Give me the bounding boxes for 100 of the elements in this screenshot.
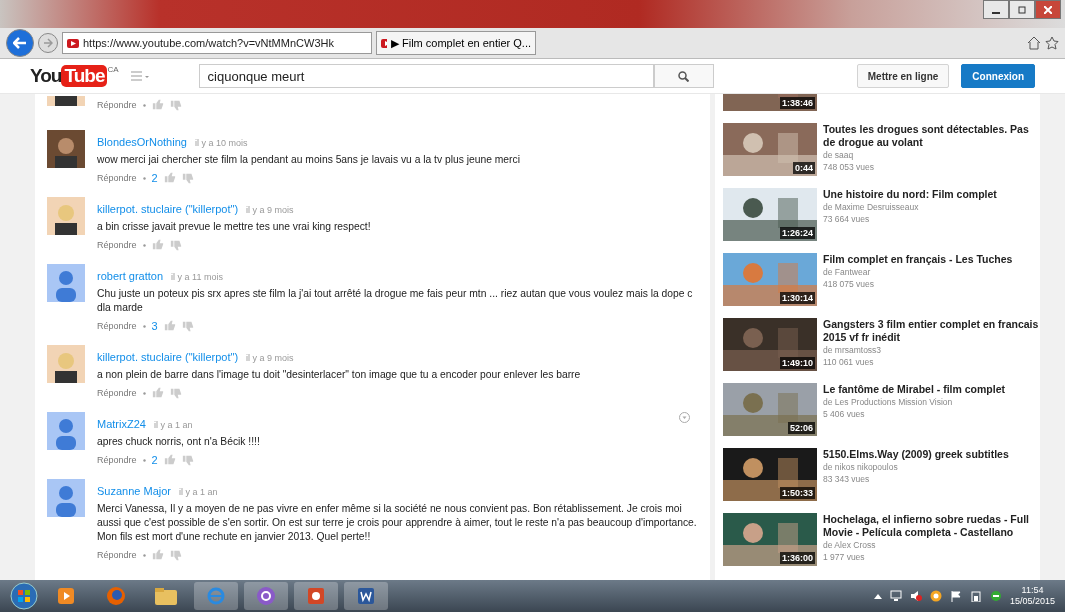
torrent-client-icon[interactable]: [256, 586, 276, 606]
forward-button[interactable]: [38, 33, 58, 53]
separator-dot-icon: [142, 391, 146, 395]
dropdown-icon[interactable]: [679, 412, 690, 423]
thumbs-up-icon[interactable]: [151, 239, 164, 251]
video-channel: de saaq: [823, 149, 855, 161]
video-duration: 0:44: [793, 162, 815, 174]
folder-icon[interactable]: [155, 587, 177, 605]
separator-dot-icon: [142, 553, 146, 557]
network-icon[interactable]: [889, 590, 902, 602]
video-title[interactable]: Hochelaga, el infierno sobre ruedas - Full Movie - Película completa - Castellano: [823, 513, 1040, 539]
upload-button[interactable]: Mettre en ligne: [856, 64, 950, 88]
search-field[interactable]: ciquonque meurt: [198, 64, 654, 88]
comment-author[interactable]: killerpot. stuclaire ("killerpot"): [97, 203, 239, 215]
comment-author[interactable]: robert gratton: [97, 270, 164, 282]
star-icon[interactable]: [1045, 36, 1059, 50]
minimize-button[interactable]: [983, 0, 1009, 19]
close-button[interactable]: [1035, 0, 1061, 19]
battery-icon[interactable]: [969, 590, 982, 602]
thumbs-down-icon[interactable]: [169, 99, 182, 111]
like-count: 2: [151, 454, 158, 466]
home-icon[interactable]: [1027, 36, 1041, 50]
video-views: 73 664 vues: [823, 213, 871, 225]
restore-icon[interactable]: [1018, 5, 1026, 14]
reply-link[interactable]: Répondre: [97, 455, 137, 465]
video-title[interactable]: 5150.Elms.Way (2009) greek subtitles: [823, 448, 1009, 461]
sync-icon[interactable]: [989, 590, 1002, 602]
video-title[interactable]: Une histoire du nord: Film complet: [823, 188, 997, 201]
thumbs-up-icon[interactable]: [163, 172, 176, 184]
video-channel: de Les Productions Mission Vision: [823, 396, 954, 408]
thumbs-up-icon[interactable]: [163, 320, 176, 332]
video-title[interactable]: Film complet en français - Les Tuches: [823, 253, 1013, 266]
taskbar-clock[interactable]: 11:54 15/05/2015: [1009, 585, 1055, 607]
reply-link[interactable]: Répondre: [97, 100, 137, 110]
thumbs-up-icon[interactable]: [163, 454, 176, 466]
video-title[interactable]: Toutes les drogues sont détectables. Pas de drogue au volant: [823, 123, 1040, 149]
video-channel: de Maxime Desruisseaux: [823, 201, 920, 213]
comment-author[interactable]: Suzanne Major: [97, 485, 171, 497]
comment-text: apres chuck norris, ont n'a Bécik !!!!: [97, 435, 261, 449]
video-views: 5 406 vues: [823, 408, 866, 420]
reply-link[interactable]: Répondre: [97, 321, 137, 331]
login-button[interactable]: Connexion: [961, 64, 1035, 88]
comment-author[interactable]: BlondesOrNothing: [97, 136, 187, 148]
thumbs-down-icon[interactable]: [169, 239, 182, 251]
thumbs-down-icon[interactable]: [181, 454, 194, 466]
play-logo-icon: [381, 38, 387, 48]
thumbs-down-icon[interactable]: [169, 549, 182, 561]
thumbs-down-icon[interactable]: [181, 320, 194, 332]
firefox-icon[interactable]: [106, 586, 126, 606]
comment-author[interactable]: MatrixZ24: [97, 418, 146, 430]
search-button[interactable]: [653, 64, 714, 88]
thumbs-up-icon[interactable]: [151, 99, 164, 111]
media-player-icon[interactable]: [56, 586, 76, 606]
comment-author[interactable]: killerpot. stuclaire ("killerpot"): [97, 351, 239, 363]
video-channel: de Fantwear: [823, 266, 872, 278]
video-duration: 1:38:46: [779, 97, 815, 109]
video-title[interactable]: Gangsters 3 film entier complet en francais 2015 vf fr inédit: [823, 318, 1040, 344]
like-count: 2: [151, 172, 158, 184]
close-icon[interactable]: [1044, 5, 1052, 14]
video-views: 748 053 vues: [823, 161, 876, 173]
tray-expand-icon[interactable]: [873, 593, 882, 599]
search-icon[interactable]: [678, 70, 690, 82]
video-views: 1 977 vues: [823, 551, 866, 563]
address-field[interactable]: https://www.youtube.com/watch?v=vNtMMnCW3Hk: [62, 32, 372, 54]
thumbs-up-icon[interactable]: [151, 387, 164, 399]
comment-text: wow merci jai chercher ste film la pendant au moins 5ans je lavais vu a la tv plus jeune merci: [97, 153, 521, 167]
reply-link[interactable]: Répondre: [97, 173, 137, 183]
play-logo-icon: [67, 38, 79, 48]
video-duration: 1:26:24: [779, 227, 815, 239]
region-label: CA: [107, 65, 119, 74]
powerpoint-icon[interactable]: [306, 586, 326, 606]
thumbs-up-icon[interactable]: [151, 549, 164, 561]
video-views: 83 343 vues: [823, 473, 871, 485]
video-channel: de nikos nikopoulos: [823, 461, 899, 473]
reply-link[interactable]: Répondre: [97, 388, 137, 398]
thumbs-down-icon[interactable]: [181, 172, 194, 184]
separator-dot-icon: [142, 458, 146, 462]
word-icon[interactable]: [356, 586, 376, 606]
back-arrow-icon[interactable]: [13, 37, 27, 49]
thumbs-down-icon[interactable]: [169, 387, 182, 399]
comment-text: Chu juste un poteux pis srx apres ste film la j'ai tout arrêté la drogue me fais peur mtn ... riez autan que vous voulez mais la dope c dla marde: [97, 287, 694, 315]
separator-dot-icon: [142, 176, 146, 180]
reply-link[interactable]: Répondre: [97, 240, 137, 250]
comment-text: a bin crisse javait prevue le mettre tes une vrai king respect!: [97, 220, 372, 234]
flag-icon[interactable]: [949, 590, 962, 602]
video-title[interactable]: Le fantôme de Mirabel - film complet: [823, 383, 1006, 396]
comment-text: Merci Vanessa, Il y a moyen de ne pas vivre en enfer même si la société ne nous convient pas. Bon rétablissement. Je crois moi aussi que c'est possible de s'en sortir. On est sur terre je crois pour apprendre à aimer, tout le reste n'a pas beaucoup d'importance. Mon fils est mort d'une rechute en janvier 2013. Quel perte!!: [97, 502, 698, 544]
forward-arrow-icon[interactable]: [43, 38, 53, 48]
video-duration: 52:06: [787, 422, 815, 434]
volume-icon[interactable]: [909, 590, 922, 602]
like-count: 3: [151, 320, 158, 332]
video-duration: 1:49:10: [779, 357, 815, 369]
comment-text: a non plein de barre dans l'image tu doit "desinterlacer" ton image que tu a encoder pour enlever les barre: [97, 368, 582, 382]
update-icon[interactable]: [929, 590, 942, 602]
browser-tab[interactable]: ▶ Film complet en entier Q...: [376, 31, 536, 55]
back-button[interactable]: [6, 29, 34, 57]
restore-button[interactable]: [1009, 0, 1035, 19]
video-views: 110 061 vues: [823, 356, 875, 368]
reply-link[interactable]: Répondre: [97, 550, 137, 560]
start-button[interactable]: [10, 582, 38, 610]
